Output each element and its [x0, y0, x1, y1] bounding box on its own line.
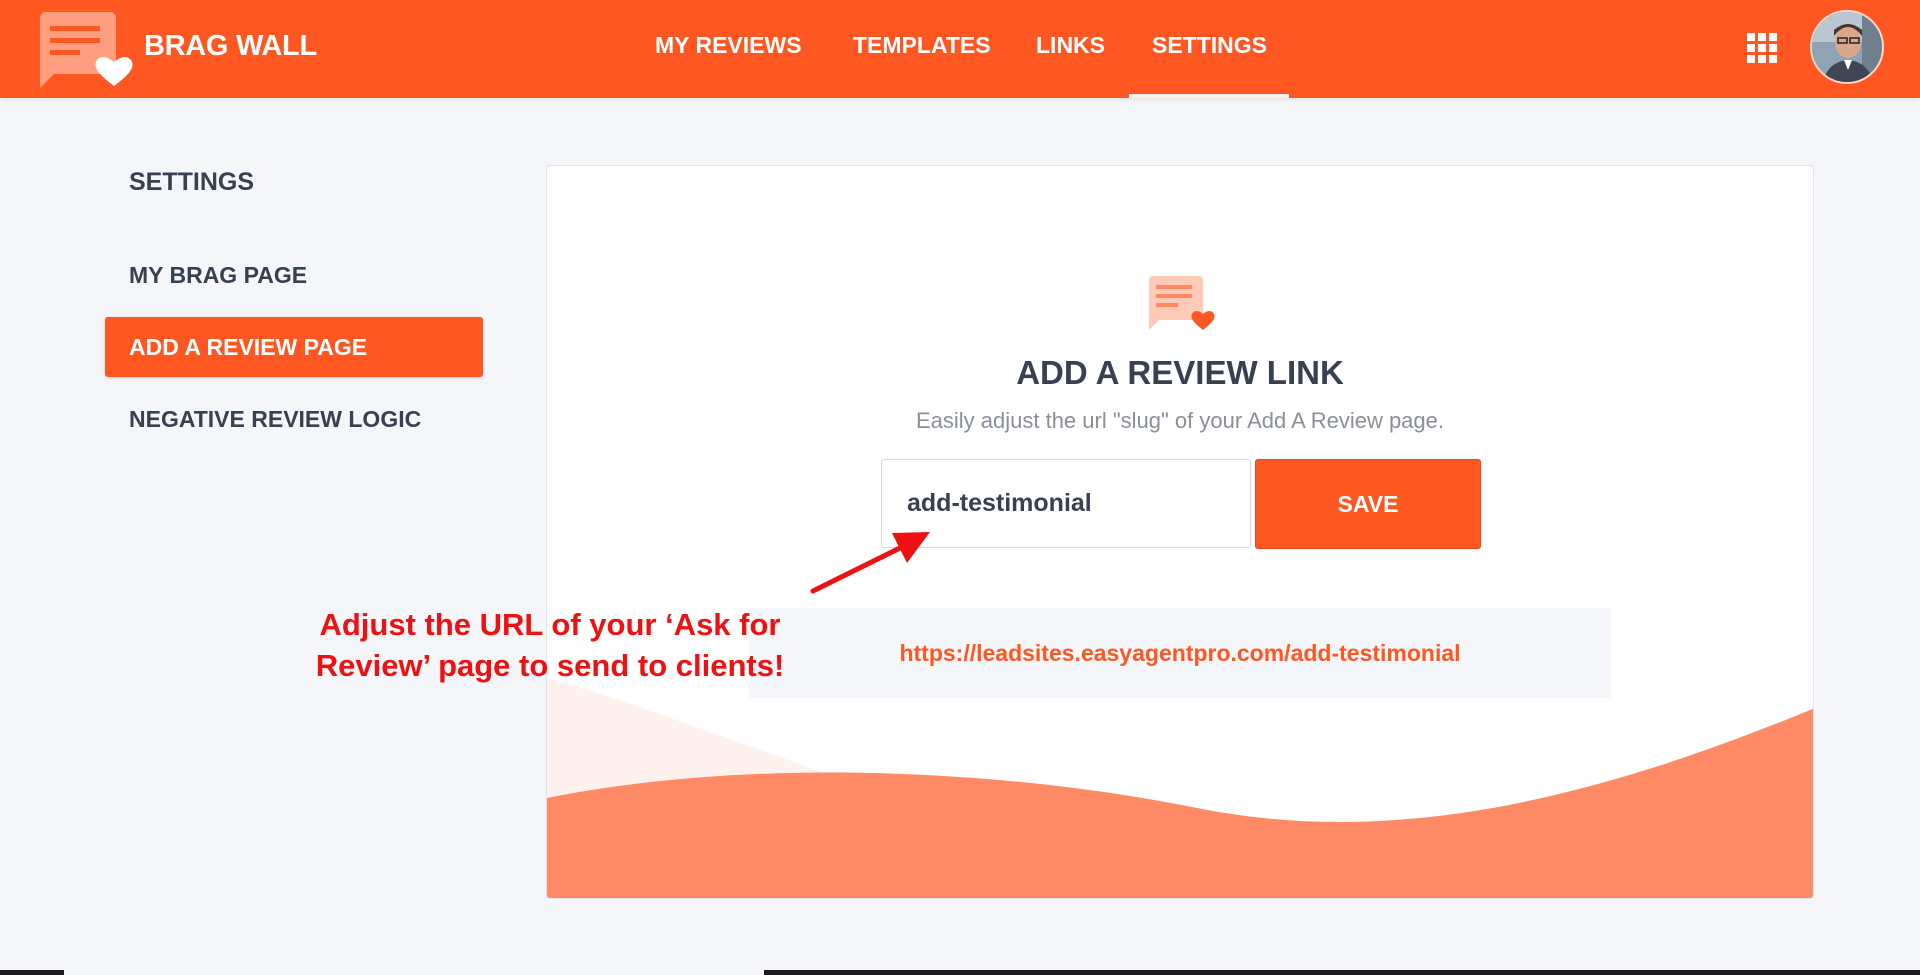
annotation-line-1: Adjust the URL of your ‘Ask for [319, 607, 781, 642]
top-navigation-bar: BRAG WALL MY REVIEWS TEMPLATES LINKS SET… [0, 0, 1920, 98]
sidebar-title: SETTINGS [129, 168, 255, 196]
nav-my-reviews[interactable]: MY REVIEWS [655, 32, 802, 59]
active-nav-indicator [1129, 94, 1289, 98]
brand-name[interactable]: BRAG WALL [144, 30, 317, 63]
slug-input[interactable] [881, 459, 1251, 548]
nav-settings[interactable]: SETTINGS [1152, 32, 1267, 59]
card-title: ADD A REVIEW LINK [1016, 354, 1344, 391]
nav-templates[interactable]: TEMPLATES [853, 32, 991, 59]
review-chat-heart-icon [1145, 274, 1217, 336]
sidebar-item-my-brag-page[interactable]: MY BRAG PAGE [105, 245, 483, 305]
bottom-edge-gap [64, 970, 764, 975]
add-review-link-card: ADD A REVIEW LINK Easily adjust the url … [546, 165, 1814, 899]
grid-apps-icon[interactable] [1746, 32, 1778, 64]
brag-wall-logo-icon[interactable] [34, 10, 134, 90]
save-button[interactable]: SAVE [1255, 459, 1481, 549]
url-preview-box: https://leadsites.easyagentpro.com/add-t… [749, 608, 1611, 698]
card-subtitle: Easily adjust the url "slug" of your Add… [915, 408, 1445, 433]
annotation-callout: Adjust the URL of your ‘Ask for Review’ … [290, 604, 810, 686]
annotation-line-2: Review’ page to send to clients! [315, 648, 785, 683]
decorative-waves [547, 678, 1813, 898]
sidebar-item-negative-review-logic[interactable]: NEGATIVE REVIEW LOGIC [105, 389, 483, 449]
review-page-url-link[interactable]: https://leadsites.easyagentpro.com/add-t… [899, 640, 1460, 666]
avatar[interactable] [1810, 10, 1884, 84]
nav-links[interactable]: LINKS [1036, 32, 1105, 59]
sidebar-item-add-a-review-page[interactable]: ADD A REVIEW PAGE [105, 317, 483, 377]
